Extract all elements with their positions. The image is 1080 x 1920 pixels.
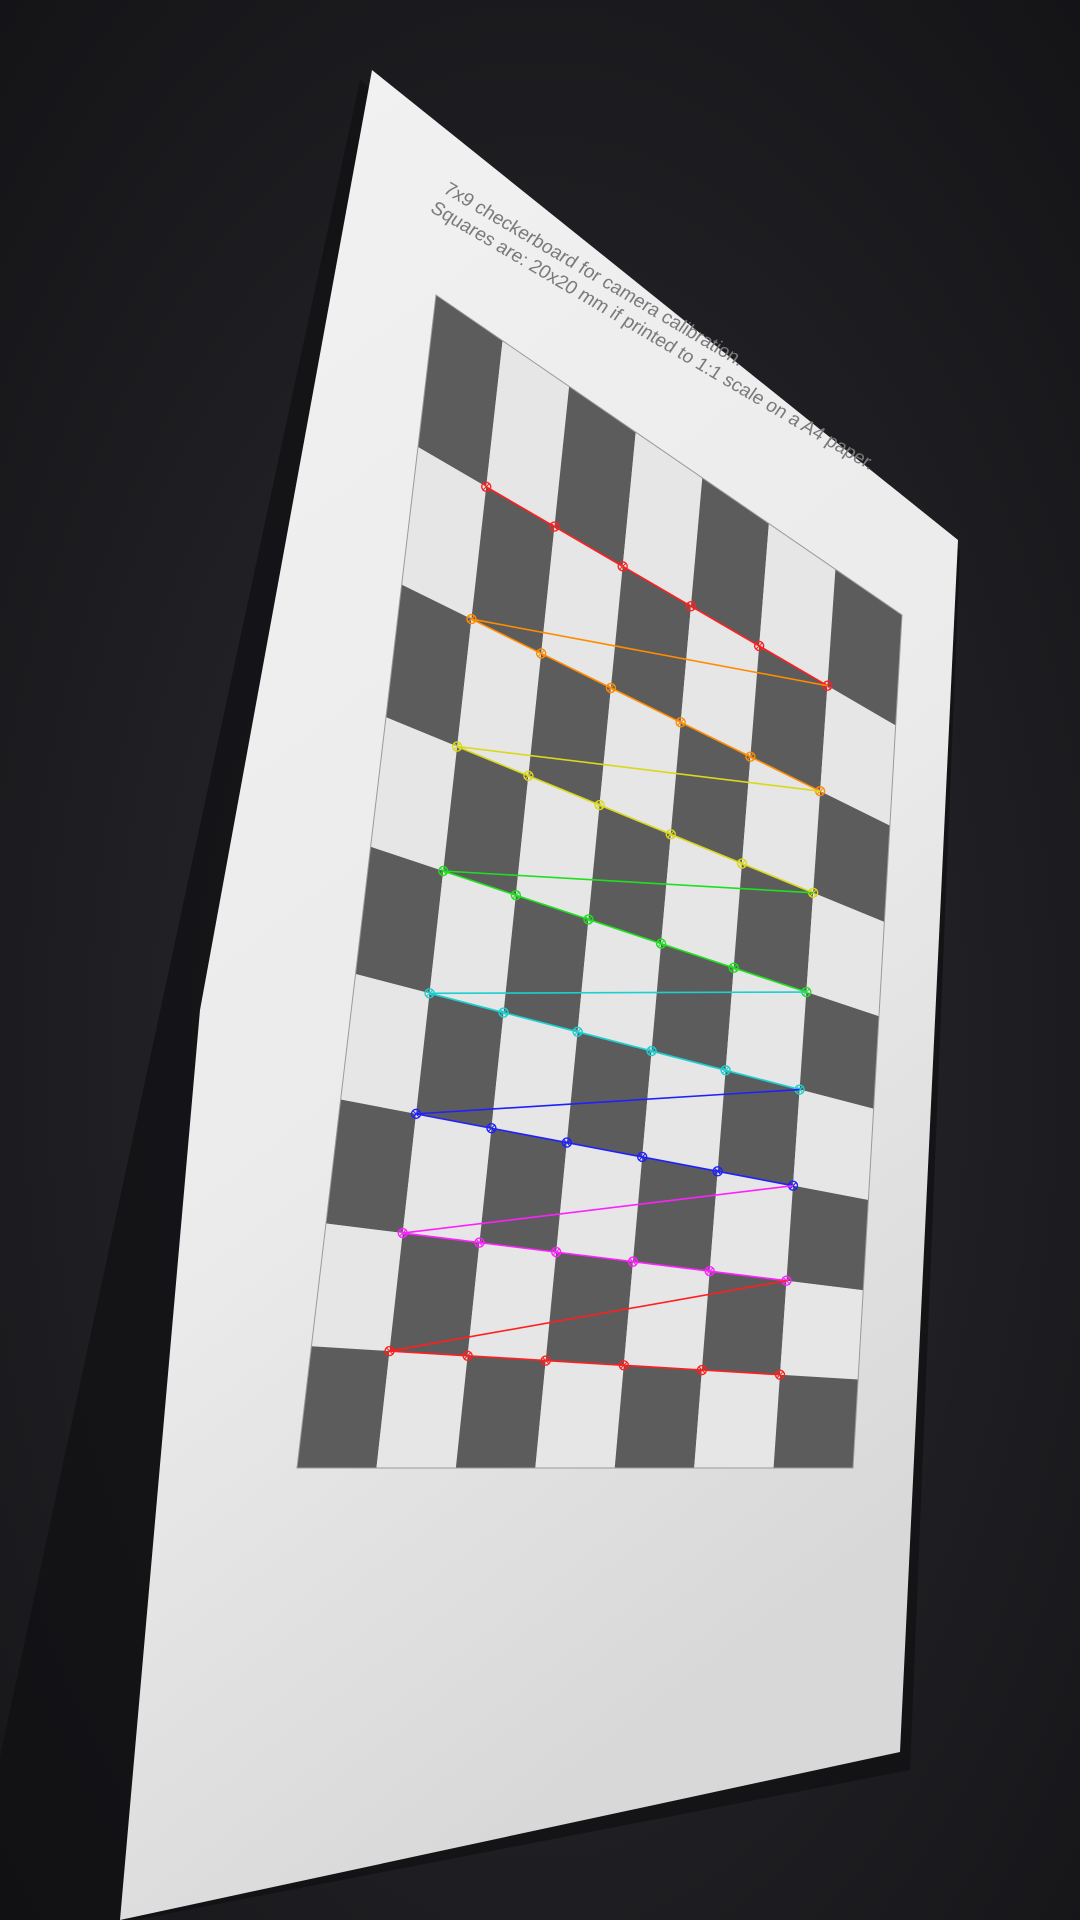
checker-square: [325, 1099, 417, 1234]
checker-square: [429, 870, 516, 1013]
checker-square: [297, 1346, 390, 1468]
checker-square: [556, 1142, 643, 1262]
checker-square: [717, 1070, 800, 1186]
checker-square: [632, 1156, 718, 1272]
checker-square: [642, 1051, 726, 1172]
checker-square: [793, 1089, 874, 1201]
checker-square: [355, 846, 444, 994]
checker-square: [701, 1271, 787, 1375]
checker-square: [416, 993, 504, 1129]
checker-square: [566, 1031, 652, 1157]
checker-square: [467, 1242, 557, 1361]
checker-square: [376, 1351, 468, 1468]
checker-square: [779, 1280, 864, 1380]
checker-square: [623, 1261, 710, 1371]
checker-square: [614, 1365, 702, 1468]
checker-square: [311, 1223, 403, 1352]
calibration-photo: 7x9 checkerboard for camera calibration.…: [0, 0, 1080, 1920]
checker-square: [491, 1012, 578, 1143]
checker-square: [455, 1355, 546, 1468]
checker-square: [545, 1252, 633, 1366]
checker-square: [694, 1370, 780, 1468]
checker-square: [773, 1374, 859, 1468]
checker-square: [535, 1360, 624, 1468]
checker-square: [786, 1185, 869, 1291]
checker-square: [340, 974, 430, 1114]
photo-canvas: [0, 0, 1080, 1920]
checker-square: [479, 1128, 567, 1253]
